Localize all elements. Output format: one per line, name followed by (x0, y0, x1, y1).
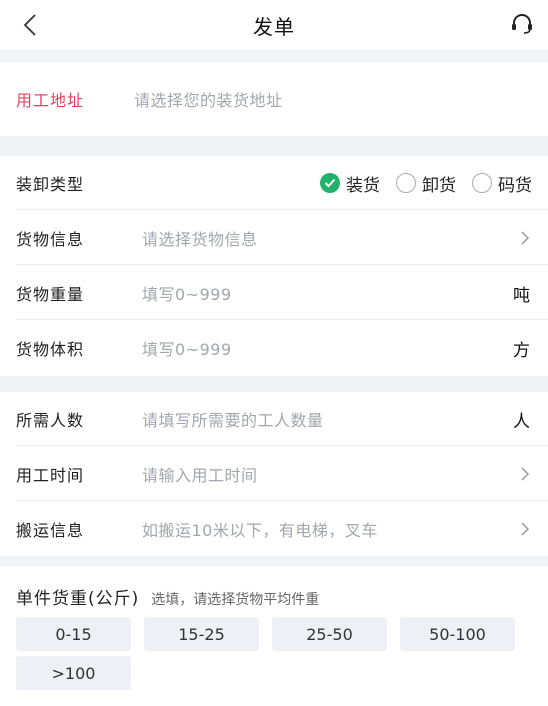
load-type-row: 装卸类型 装货 卸货 码货 (0, 156, 548, 210)
nav-bar: 发单 (0, 0, 548, 50)
workers-unit: 人 (513, 411, 530, 432)
check-circle-icon (320, 173, 340, 193)
radio-stack-label: 码货 (498, 175, 532, 196)
cargo-volume-input[interactable]: 填写0~999 (142, 336, 513, 360)
radio-stack[interactable]: 码货 (472, 171, 532, 196)
cargo-volume-row: 货物体积 填写0~999 方 (0, 321, 548, 375)
chevron-right-icon (518, 228, 532, 248)
weight-chip-over-100[interactable]: >100 (16, 656, 131, 690)
weight-chip-15-25[interactable]: 15-25 (144, 617, 259, 651)
cargo-weight-unit: 吨 (513, 285, 530, 306)
cargo-info-input[interactable]: 请选择货物信息 (142, 226, 518, 250)
weight-chip-0-15[interactable]: 0-15 (16, 617, 131, 651)
cargo-info-label: 货物信息 (16, 230, 85, 249)
headset-icon (512, 14, 532, 34)
workers-label: 所需人数 (16, 411, 85, 430)
workers-row: 所需人数 请填写所需要的工人数量 人 (0, 392, 548, 446)
piece-weight-header: 单件货重(公斤) 选填，请选择货物平均件重 (16, 584, 319, 609)
radio-load[interactable]: 装货 (320, 171, 380, 196)
address-row[interactable]: 用工地址 请选择您的装货地址 (0, 72, 548, 126)
piece-weight-title: 单件货重(公斤) (16, 589, 140, 609)
radio-circle-icon (396, 173, 416, 193)
customer-service-button[interactable] (508, 10, 536, 38)
radio-circle-icon (472, 173, 492, 193)
cargo-volume-unit: 方 (513, 340, 530, 361)
back-button[interactable] (18, 8, 42, 42)
load-type-radio-group: 装货 卸货 码货 (142, 171, 532, 196)
radio-unload-label: 卸货 (422, 175, 456, 196)
chevron-right-icon (518, 519, 532, 539)
page-title: 发单 (253, 14, 295, 39)
transport-input[interactable]: 如搬运10米以下，有电梯，叉车 (142, 517, 518, 541)
address-label: 用工地址 (16, 91, 85, 110)
cargo-card: 装卸类型 装货 卸货 码货 货物信息 请选择货物信息 货物重量 填写0~999 … (0, 156, 548, 376)
work-time-row[interactable]: 用工时间 请输入用工时间 (0, 447, 548, 501)
address-input[interactable]: 请选择您的装货地址 (134, 87, 532, 111)
chevron-right-icon (518, 464, 532, 484)
cargo-weight-row: 货物重量 填写0~999 吨 (0, 266, 548, 320)
chevron-left-icon (23, 14, 36, 36)
worker-card: 所需人数 请填写所需要的工人数量 人 用工时间 请输入用工时间 搬运信息 如搬运… (0, 392, 548, 556)
workers-input[interactable]: 请填写所需要的工人数量 (142, 407, 513, 431)
radio-load-label: 装货 (346, 175, 380, 196)
work-time-input[interactable]: 请输入用工时间 (142, 462, 518, 486)
transport-label: 搬运信息 (16, 521, 85, 540)
transport-row[interactable]: 搬运信息 如搬运10米以下，有电梯，叉车 (0, 502, 548, 556)
cargo-weight-label: 货物重量 (16, 285, 85, 304)
cargo-volume-label: 货物体积 (16, 340, 85, 359)
work-time-label: 用工时间 (16, 466, 85, 485)
address-card: 用工地址 请选择您的装货地址 (0, 62, 548, 136)
weight-chip-50-100[interactable]: 50-100 (400, 617, 515, 651)
cargo-weight-input[interactable]: 填写0~999 (142, 281, 513, 305)
load-type-label: 装卸类型 (16, 175, 85, 194)
piece-weight-hint: 选填，请选择货物平均件重 (151, 592, 320, 608)
radio-unload[interactable]: 卸货 (396, 171, 456, 196)
weight-chip-25-50[interactable]: 25-50 (272, 617, 387, 651)
cargo-info-row[interactable]: 货物信息 请选择货物信息 (0, 211, 548, 265)
